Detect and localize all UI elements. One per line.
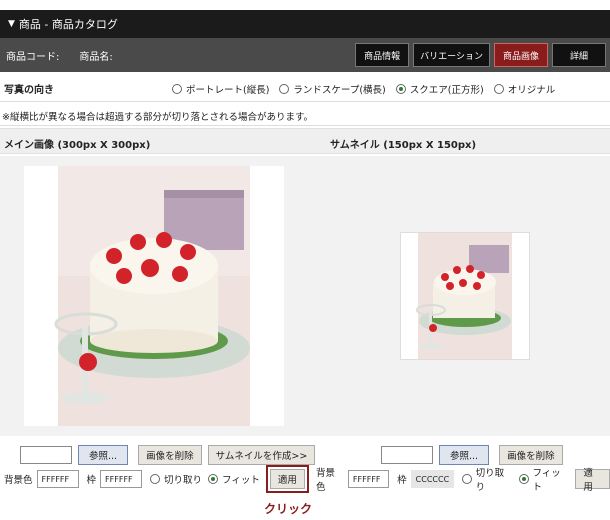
main-delete-image-button[interactable]: 画像を削除 — [138, 445, 202, 465]
orientation-option-original[interactable]: オリジナル — [493, 82, 556, 96]
window-titlebar: ▼ 商品 - 商品カタログ — [0, 10, 610, 38]
thumbnail-fit-label: フィット — [532, 468, 561, 493]
tab-bar: 商品情報 バリエーション 商品画像 詳細 — [355, 43, 606, 67]
thumbnail-fit-option[interactable]: フィット — [518, 465, 570, 493]
orientation-option-label: ランドスケープ(横長) — [293, 84, 386, 96]
orientation-row: 写真の向き ポートレート(縦長) ランドスケープ(横長) スクエア(正方形) オ… — [0, 76, 610, 102]
orientation-label: 写真の向き — [4, 85, 54, 96]
orientation-option-square[interactable]: スクエア(正方形) — [395, 82, 484, 96]
thumbnail-apply-button[interactable]: 適用 — [575, 468, 610, 493]
main-fit-option[interactable]: フィット — [208, 472, 260, 486]
thumbnail-bg-color-field[interactable]: FFFFFF — [347, 470, 390, 488]
thumbnail-crop-label: 切り取り — [475, 468, 505, 493]
orientation-option-portrait[interactable]: ポートレート(縦長) — [172, 82, 269, 96]
main-image-settings: 背景色 FFFFFF 枠 FFFFFF 切り取り フィット 適用 — [4, 465, 309, 493]
radio-icon[interactable] — [150, 474, 161, 484]
thumbnail-frame-label: 枠 — [397, 475, 407, 486]
main-crop-label: 切り取り — [164, 475, 203, 486]
orientation-option-label: スクエア(正方形) — [409, 84, 484, 96]
product-name-label: 商品名: — [79, 51, 113, 63]
make-thumbnail-button[interactable]: サムネイルを作成>> — [207, 445, 316, 465]
thumbnail-crop-option[interactable]: 切り取り — [461, 465, 513, 493]
orientation-option-label: ポートレート(縦長) — [186, 84, 270, 96]
main-crop-option[interactable]: 切り取り — [150, 472, 202, 486]
tab-variation[interactable]: バリエーション — [413, 43, 490, 67]
orientation-option-landscape[interactable]: ランドスケープ(横長) — [279, 82, 386, 96]
thumbnail-delete-image-button[interactable]: 画像を削除 — [499, 445, 563, 465]
cake-photo-main — [54, 166, 250, 426]
main-apply-button[interactable]: 適用 — [269, 469, 305, 489]
radio-selected-icon[interactable] — [395, 83, 406, 94]
main-fit-label: フィット — [222, 475, 260, 486]
tab-product-image[interactable]: 商品画像 — [494, 43, 548, 67]
radio-icon[interactable] — [493, 83, 504, 94]
main-frame-color-field[interactable]: FFFFFF — [100, 470, 143, 488]
main-image-heading: メイン画像 (300px X 300px) — [4, 140, 151, 151]
main-image-preview — [24, 166, 284, 426]
tab-details[interactable]: 詳細 — [552, 43, 606, 67]
crop-note: ※縦横比が異なる場合は超過する部分が切り落とされる場合があります。 — [0, 106, 610, 126]
thumbnail-file-input[interactable] — [381, 446, 433, 464]
main-frame-label: 枠 — [86, 475, 97, 486]
thumbnail-settings: 背景色 FFFFFF 枠 CCCCCC 切り取り フィット 適用 — [316, 465, 610, 493]
product-code-label: 商品コード: — [6, 51, 60, 63]
image-section-header: メイン画像 (300px X 300px) サムネイル (150px X 150… — [0, 128, 610, 154]
radio-selected-icon[interactable] — [208, 474, 219, 484]
main-image-file-input[interactable] — [20, 446, 72, 464]
radio-icon[interactable] — [279, 83, 290, 94]
thumbnail-actions: 参照... 画像を削除 — [381, 444, 563, 466]
cake-photo-thumbnail — [416, 233, 512, 359]
product-info-bar: 商品コード: 商品名: 商品情報 バリエーション 商品画像 詳細 — [0, 38, 610, 72]
main-image-actions: 参照... 画像を削除 サムネイルを作成>> — [20, 444, 316, 466]
thumbnail-heading: サムネイル (150px X 150px) — [330, 140, 477, 151]
click-annotation: クリック — [264, 502, 313, 516]
radio-selected-icon[interactable] — [518, 474, 529, 484]
thumbnail-preview — [400, 232, 530, 360]
thumbnail-browse-button[interactable]: 参照... — [439, 445, 490, 465]
thumbnail-frame-color-field[interactable]: CCCCCC — [410, 470, 454, 488]
radio-icon[interactable] — [172, 83, 182, 94]
radio-icon[interactable] — [461, 474, 472, 484]
window-title: 商品 - 商品カタログ — [18, 18, 118, 31]
thumbnail-bg-color-label: 背景色 — [316, 468, 336, 493]
main-bg-color-label: 背景色 — [4, 475, 33, 486]
main-browse-button[interactable]: 参照... — [78, 445, 129, 465]
collapse-triangle-icon[interactable]: ▼ — [8, 19, 15, 29]
tab-product-info[interactable]: 商品情報 — [355, 43, 410, 67]
main-bg-color-field[interactable]: FFFFFF — [36, 470, 79, 488]
apply-button-highlight: 適用 — [265, 465, 309, 493]
image-preview-area — [0, 156, 610, 436]
orientation-option-label: オリジナル — [507, 84, 556, 96]
